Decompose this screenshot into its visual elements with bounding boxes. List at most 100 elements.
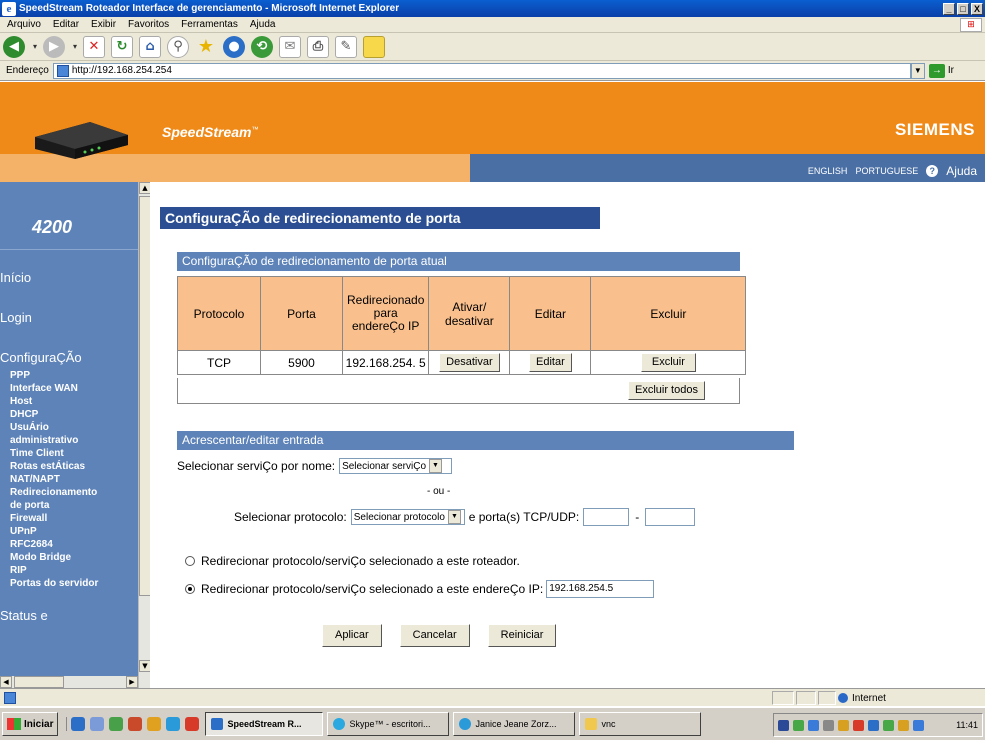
- print-icon[interactable]: ⎙: [307, 35, 329, 58]
- restart-button[interactable]: Reiniciar: [487, 624, 557, 647]
- help-icon[interactable]: ?: [926, 165, 939, 177]
- sidebar-item-nat-napt[interactable]: NAT/NAPT: [0, 473, 138, 486]
- editar-button[interactable]: Editar: [529, 353, 572, 372]
- sidebar-vertical-scrollbar[interactable]: ▲ ▼: [138, 182, 150, 688]
- task-janice[interactable]: Janice Jeane Zorz...: [453, 712, 576, 736]
- tray-icon[interactable]: [823, 719, 834, 731]
- sidebar-item-usuario[interactable]: UsuÁrio: [0, 421, 138, 434]
- sidebar-item-administrativo[interactable]: administrativo: [0, 434, 138, 447]
- edit-icon[interactable]: ✎: [335, 35, 357, 58]
- scroll-up-icon[interactable]: ▲: [139, 182, 150, 194]
- tray-icon[interactable]: [808, 719, 819, 731]
- tray-icon[interactable]: [883, 719, 894, 731]
- go-button[interactable]: → Ir: [928, 63, 954, 78]
- task-speedstream[interactable]: SpeedStream R...: [205, 712, 324, 736]
- service-select[interactable]: Selecionar serviÇo ▼: [339, 458, 453, 474]
- ip-address-input[interactable]: 192.168.254.5: [546, 580, 655, 598]
- help-link[interactable]: Ajuda: [946, 164, 977, 178]
- sidebar-item-ppp[interactable]: PPP: [0, 369, 138, 382]
- banner-middle-strip: [150, 154, 470, 182]
- sidebar-item-dhcp[interactable]: DHCP: [0, 408, 138, 421]
- ie-quicklaunch-icon[interactable]: [71, 717, 86, 731]
- search-icon[interactable]: ⚲: [167, 35, 189, 58]
- back-dropdown-icon[interactable]: ▾: [31, 36, 39, 58]
- sidebar-item-modo-bridge[interactable]: Modo Bridge: [0, 551, 138, 564]
- maximize-button[interactable]: □: [957, 2, 969, 15]
- menu-arquivo[interactable]: Arquivo: [7, 19, 41, 30]
- sidebar-item-portas-servidor[interactable]: Portas do servidor: [0, 577, 138, 590]
- app-quicklaunch-icon[interactable]: [128, 717, 143, 731]
- excluir-button[interactable]: Excluir: [640, 353, 696, 372]
- sidebar-item-rip[interactable]: RIP: [0, 564, 138, 577]
- address-dropdown-icon[interactable]: ▼: [910, 62, 925, 79]
- port-from-input[interactable]: [583, 508, 630, 526]
- sidebar-item-login[interactable]: Login: [0, 310, 138, 329]
- scroll-right-icon[interactable]: ▶: [126, 676, 138, 688]
- refresh-icon[interactable]: ↻: [111, 35, 133, 58]
- scroll-thumb[interactable]: [139, 196, 150, 596]
- sidebar-item-rotas-estaticas[interactable]: Rotas estÁticas: [0, 460, 138, 473]
- sidebar-item-de-porta[interactable]: de porta: [0, 499, 138, 512]
- app-quicklaunch-icon[interactable]: [166, 717, 181, 731]
- ports-label: e porta(s) TCP/UDP:: [468, 510, 580, 524]
- task-skype[interactable]: Skype™ - escritori...: [327, 712, 450, 736]
- english-link[interactable]: ENGLISH: [808, 166, 848, 176]
- folder-icon[interactable]: [363, 35, 385, 58]
- menu-editar[interactable]: Editar: [53, 19, 79, 30]
- app-quicklaunch-icon[interactable]: [147, 717, 162, 731]
- scroll-down-icon[interactable]: ▼: [139, 660, 150, 672]
- minimize-button[interactable]: _: [943, 2, 955, 15]
- history-icon[interactable]: ⟲: [251, 35, 273, 58]
- stop-icon[interactable]: ✕: [83, 35, 105, 58]
- menu-ajuda[interactable]: Ajuda: [250, 19, 276, 30]
- forward-dropdown-icon[interactable]: ▾: [71, 36, 79, 58]
- clock[interactable]: 11:41: [956, 720, 978, 730]
- start-button[interactable]: Iniciar: [2, 712, 59, 736]
- tray-icon[interactable]: [778, 719, 789, 731]
- sidebar-item-time-client[interactable]: Time Client: [0, 447, 138, 460]
- tray-icon[interactable]: [838, 719, 849, 731]
- desativar-button[interactable]: Desativar: [439, 353, 500, 372]
- home-icon[interactable]: ⌂: [139, 35, 161, 58]
- sidebar-item-status[interactable]: Status e: [0, 608, 138, 627]
- sidebar-item-upnp[interactable]: UPnP: [0, 525, 138, 538]
- banner-top: [150, 82, 985, 154]
- favorites-icon[interactable]: ★: [195, 36, 217, 58]
- scroll-left-icon[interactable]: ◀: [0, 676, 12, 688]
- cancel-button[interactable]: Cancelar: [399, 624, 470, 647]
- sidebar-item-redirecionamento[interactable]: Redirecionamento: [0, 486, 138, 499]
- sidebar-item-rfc2684[interactable]: RFC2684: [0, 538, 138, 551]
- tray-icon[interactable]: [793, 719, 804, 731]
- media-quicklaunch-icon[interactable]: [109, 717, 124, 731]
- app-quicklaunch-icon[interactable]: [185, 717, 200, 731]
- sidebar-item-interface-wan[interactable]: Interface WAN: [0, 382, 138, 395]
- apply-button[interactable]: Aplicar: [322, 624, 382, 647]
- tray-icon[interactable]: [868, 719, 879, 731]
- menu-exibir[interactable]: Exibir: [91, 19, 116, 30]
- desktop-quicklaunch-icon[interactable]: [90, 717, 105, 731]
- close-button[interactable]: X: [971, 2, 983, 15]
- sidebar-item-inicio[interactable]: Início: [0, 270, 138, 289]
- hscroll-thumb[interactable]: [14, 676, 64, 688]
- excluir-todos-button[interactable]: Excluir todos: [628, 381, 705, 400]
- mail-icon[interactable]: ✉: [279, 35, 301, 58]
- sidebar-item-configuracao[interactable]: ConfiguraÇÃo: [0, 350, 138, 369]
- sidebar-item-firewall[interactable]: Firewall: [0, 512, 138, 525]
- radio-ip[interactable]: [185, 584, 195, 594]
- tray-icon[interactable]: [898, 719, 909, 731]
- tray-icon[interactable]: [853, 719, 864, 731]
- menu-favoritos[interactable]: Favoritos: [128, 19, 169, 30]
- sidebar-horizontal-scrollbar[interactable]: ◀ ▶: [0, 676, 138, 688]
- back-icon[interactable]: ◀: [3, 35, 25, 58]
- port-to-input[interactable]: [645, 508, 696, 526]
- media-icon[interactable]: ●: [223, 35, 245, 58]
- menu-ferramentas[interactable]: Ferramentas: [181, 19, 238, 30]
- tray-icon[interactable]: [913, 719, 924, 731]
- portuguese-link[interactable]: PORTUGUESE: [855, 166, 918, 176]
- protocol-select[interactable]: Selecionar protocolo ▼: [350, 509, 465, 525]
- forward-icon[interactable]: ▶: [43, 35, 65, 58]
- address-input[interactable]: http://192.168.254.254: [52, 62, 911, 79]
- radio-router[interactable]: [185, 556, 195, 566]
- task-vnc[interactable]: vnc: [579, 712, 702, 736]
- sidebar-item-host[interactable]: Host: [0, 395, 138, 408]
